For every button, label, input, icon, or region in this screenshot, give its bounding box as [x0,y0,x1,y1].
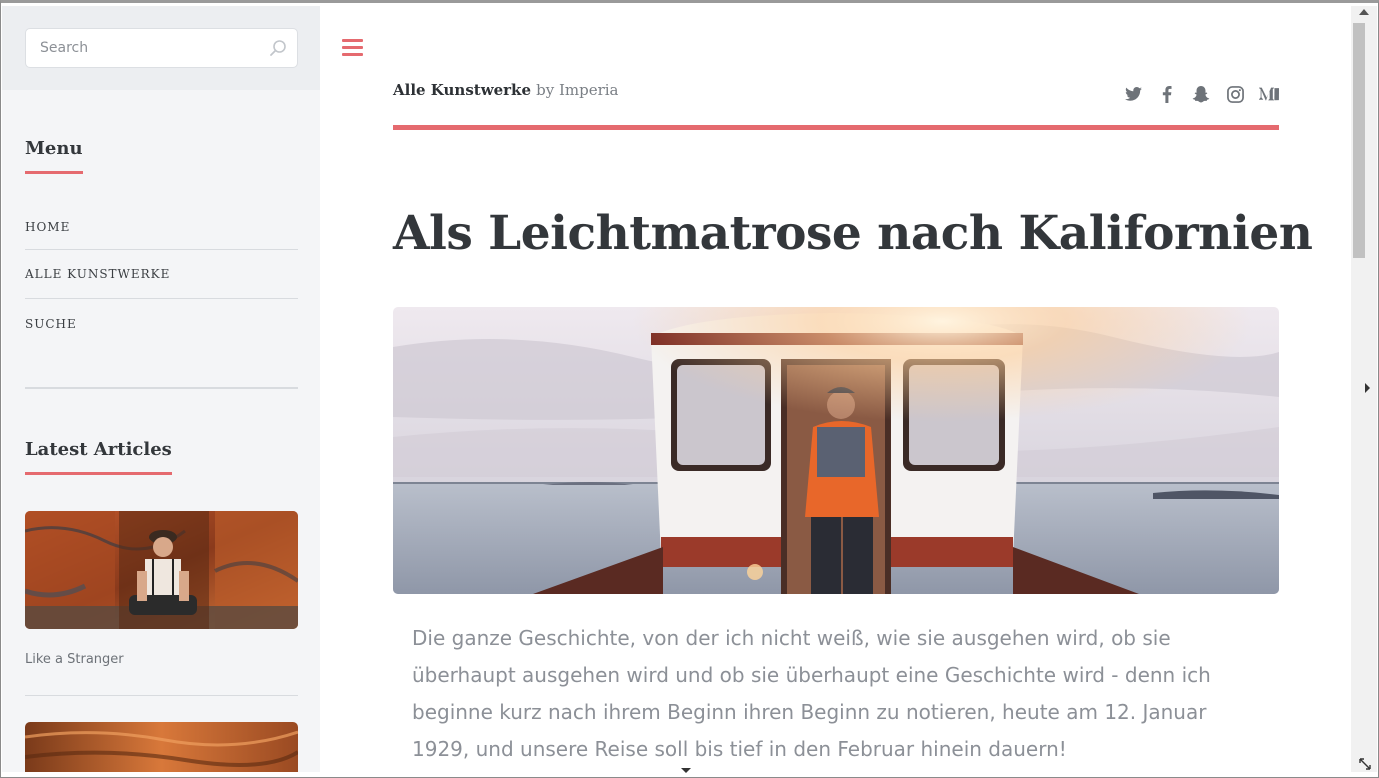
site-title[interactable]: Alle Kunstwerke [393,81,531,99]
sidebar: Menu HOME ALLE KUNSTWERKE SUCHE Latest A… [2,6,320,772]
resize-icon[interactable] [1358,757,1372,771]
snapchat-icon[interactable] [1191,84,1211,104]
article-caption[interactable]: Like a Stranger [25,652,298,667]
search-input[interactable] [26,29,256,67]
scroll-thumb[interactable] [1353,23,1365,258]
social-links [1123,84,1279,104]
article-card[interactable]: Like a Stranger [25,511,298,772]
post-title: Als Leichtmatrose nach Kalifornien [393,206,1313,261]
menu-item-alle-kunstwerke[interactable]: ALLE KUNSTWERKE [25,250,298,299]
article-divider [25,695,298,696]
hero-image [393,307,1279,594]
facebook-icon[interactable] [1157,84,1177,104]
menu-section: Menu HOME ALLE KUNSTWERKE SUCHE Latest A… [2,138,320,772]
instagram-icon[interactable] [1225,84,1245,104]
main-content: Alle Kunstwerke by Imperia Als Leichtmat… [320,6,1352,772]
search-area [2,6,320,90]
latest-articles-heading: Latest Articles [25,439,172,475]
menu-item-suche[interactable]: SUCHE [25,299,298,348]
article-thumbnail-next[interactable] [25,722,298,772]
twitter-icon[interactable] [1123,84,1143,104]
menu-heading: Menu [25,138,83,174]
vertical-scrollbar[interactable] [1351,6,1377,772]
post-body: Die ganze Geschichte, von der ich nicht … [412,626,1211,761]
menu-item-home[interactable]: HOME [25,204,298,250]
search-icon[interactable] [269,39,287,57]
hamburger-menu-icon[interactable] [342,39,363,56]
site-byline: by Imperia [536,81,619,99]
down-arrow-icon[interactable] [681,768,691,773]
scroll-up-arrow-icon[interactable] [1359,9,1369,15]
site-header: Alle Kunstwerke by Imperia [393,80,1279,130]
menu-list: HOME ALLE KUNSTWERKE SUCHE [25,204,298,348]
sidebar-divider [25,387,298,389]
browser-window: Menu HOME ALLE KUNSTWERKE SUCHE Latest A… [0,0,1379,778]
search-box[interactable] [25,28,298,68]
article-thumbnail[interactable] [25,511,298,629]
medium-icon[interactable] [1259,84,1279,104]
right-arrow-icon[interactable] [1365,383,1370,393]
